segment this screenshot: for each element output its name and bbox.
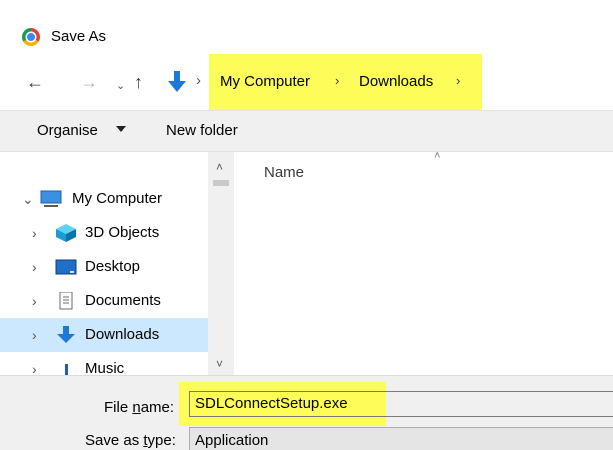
breadcrumb-item-my-computer[interactable]: My Computer bbox=[220, 73, 310, 90]
chevron-right-icon[interactable]: › bbox=[32, 293, 37, 309]
breadcrumb-separator-icon[interactable]: › bbox=[335, 73, 339, 88]
file-name-value[interactable]: SDLConnectSetup.exe bbox=[195, 395, 348, 412]
forward-arrow-icon[interactable]: → bbox=[80, 73, 98, 91]
organise-button[interactable]: Organise bbox=[37, 122, 98, 139]
document-icon bbox=[59, 292, 73, 310]
column-header-name[interactable]: Name bbox=[264, 164, 304, 181]
scroll-thumb[interactable] bbox=[213, 180, 229, 186]
organise-caret-icon[interactable] bbox=[116, 126, 126, 132]
chevron-down-icon[interactable]: ⌄ bbox=[116, 77, 125, 95]
chevron-right-icon[interactable]: › bbox=[32, 327, 37, 343]
save-as-type-value[interactable]: Application bbox=[195, 432, 268, 449]
file-name-label: File name: bbox=[104, 399, 175, 416]
window-title: Save As bbox=[51, 28, 107, 45]
navigation-pane: ⌄ My Computer › 3D Objects › Desktop › D… bbox=[0, 152, 234, 375]
music-icon bbox=[65, 364, 68, 375]
breadcrumb-item-downloads[interactable]: Downloads bbox=[359, 73, 433, 90]
new-folder-button[interactable]: New folder bbox=[166, 122, 238, 139]
cube-icon bbox=[56, 224, 76, 242]
save-as-type-label: Save as type: bbox=[85, 432, 176, 449]
breadcrumb-separator-icon[interactable]: › bbox=[456, 73, 460, 88]
file-list[interactable] bbox=[234, 152, 613, 375]
tree-item-my-computer[interactable]: ⌄ My Computer bbox=[0, 182, 208, 216]
tree-item-label: Desktop bbox=[85, 258, 141, 275]
tree-item-documents[interactable]: › Documents bbox=[0, 284, 208, 318]
tree-item-downloads[interactable]: › Downloads bbox=[0, 318, 208, 352]
downloads-icon bbox=[168, 71, 186, 92]
title-bar: Save As bbox=[0, 0, 613, 60]
tree-item-label: Documents bbox=[85, 292, 161, 309]
downloads-icon bbox=[57, 326, 75, 343]
computer-icon bbox=[40, 190, 62, 207]
tree-item-3d-objects[interactable]: › 3D Objects bbox=[0, 216, 208, 250]
chevron-right-icon[interactable]: › bbox=[32, 361, 37, 375]
chevron-right-icon[interactable]: › bbox=[32, 225, 37, 241]
chevron-down-icon[interactable]: ⌄ bbox=[22, 191, 34, 208]
breadcrumb-separator-icon[interactable]: › bbox=[196, 72, 201, 89]
tree-item-label: 3D Objects bbox=[85, 224, 160, 241]
tree-item-desktop[interactable]: › Desktop bbox=[0, 250, 208, 284]
scroll-down-icon[interactable]: ˅ bbox=[216, 357, 223, 371]
chrome-icon bbox=[22, 28, 40, 46]
chevron-right-icon[interactable]: › bbox=[32, 259, 37, 275]
tree-item-label: My Computer bbox=[72, 190, 163, 207]
tree-item-label: Downloads bbox=[85, 326, 160, 343]
back-arrow-icon[interactable]: ← bbox=[26, 73, 44, 91]
tree-item-music[interactable]: › Music bbox=[0, 352, 208, 375]
scroll-up-icon[interactable]: ˄ bbox=[216, 160, 223, 174]
sort-ascending-icon: ˄ bbox=[434, 150, 441, 162]
tree-item-label: Music bbox=[85, 360, 125, 375]
desktop-icon bbox=[55, 259, 77, 275]
up-arrow-icon[interactable]: ↑ bbox=[134, 73, 143, 91]
